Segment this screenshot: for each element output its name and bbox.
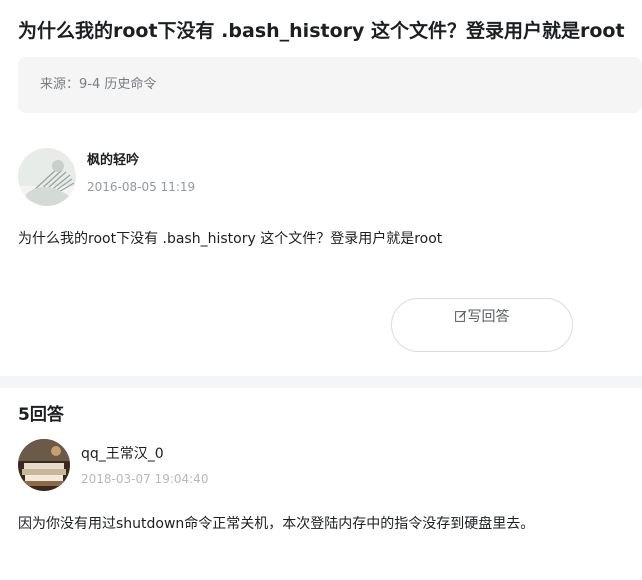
question-date: 2016-08-05 11:19 bbox=[87, 180, 196, 194]
answer-body: 因为你没有用过shutdown命令正常关机，本次登陆内存中的指令没存到硬盘里去。 bbox=[18, 516, 535, 532]
question-source-box: 来源：9-4 历史命令 bbox=[18, 57, 642, 113]
question-title: 为什么我的root下没有 .bash_history 这个文件？登录用户就是ro… bbox=[18, 20, 625, 42]
question-author-avatar[interactable] bbox=[18, 148, 76, 206]
answer-author-name[interactable]: qq_王常汉_0 bbox=[81, 445, 164, 463]
section-divider bbox=[0, 376, 642, 388]
question-source[interactable]: 来源：9-4 历史命令 bbox=[40, 76, 156, 94]
write-answer-label: 写回答 bbox=[467, 309, 510, 325]
write-answer-button[interactable]: 写回答 bbox=[391, 298, 573, 352]
answer-author-avatar[interactable] bbox=[18, 439, 70, 491]
answers-count-heading: 5回答 bbox=[18, 405, 64, 425]
write-answer-label-wrap: 写回答 bbox=[392, 308, 572, 327]
answer-date: 2018-03-07 19:04:40 bbox=[81, 472, 209, 486]
question-author-name[interactable]: 枫的轻吟 bbox=[87, 152, 139, 170]
question-body: 为什么我的root下没有 .bash_history 这个文件？登录用户就是ro… bbox=[18, 231, 443, 247]
edit-pen-icon bbox=[454, 309, 467, 327]
